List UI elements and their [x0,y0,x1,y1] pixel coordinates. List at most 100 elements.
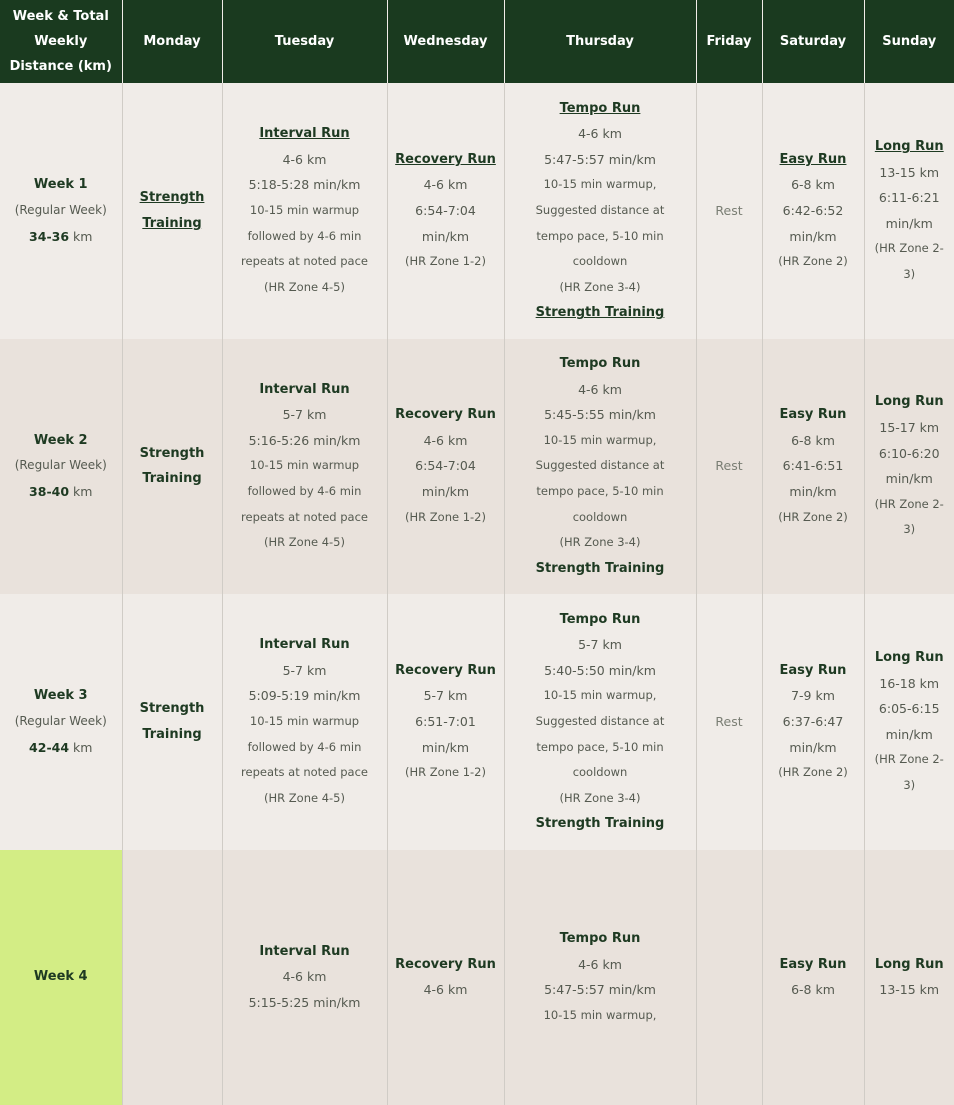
friday-cell: Rest [696,594,762,850]
pace-unit: min/km [394,224,498,250]
week-type: (Regular Week) [6,453,116,479]
hr-zone: (HR Zone 1-2) [394,249,498,275]
week-distance: 38-40 km [29,484,92,499]
header-tuesday: Tuesday [222,0,387,83]
tempo-run-label: Tempo Run [511,607,690,633]
pace: 6:54-7:04 [394,453,498,479]
interval-run-label: Interval Run [229,377,381,403]
hr-zone: (HR Zone 3-4) [511,275,690,301]
strength-training-link[interactable]: Strength Training [511,300,690,326]
week-distance: 34-36 km [29,229,92,244]
note: 10-15 min warmup, [511,1003,690,1029]
strength-training-link[interactable]: Strength Training [129,185,216,236]
note: cooldown [511,249,690,275]
rest-label: Rest [703,198,756,224]
interval-run-label: Interval Run [229,632,381,658]
hr-zone: (HR Zone 3-4) [511,530,690,556]
note: tempo pace, 5-10 min [511,224,690,250]
hr-zone: (HR Zone 2- [871,747,949,773]
hr-zone: (HR Zone 2- [871,492,949,518]
note: cooldown [511,505,690,531]
distance: 16-18 km [871,671,949,697]
sunday-cell: Long Run 15-17 km 6:10-6:20 min/km (HR Z… [864,339,954,595]
note: 10-15 min warmup, [511,428,690,454]
distance: 6-8 km [769,172,858,198]
friday-cell: Rest [696,83,762,339]
distance: 15-17 km [871,415,949,441]
pace-unit: min/km [769,735,858,761]
hr-zone: (HR Zone 4-5) [229,786,381,812]
wednesday-cell: Recovery Run 5-7 km 6:51-7:01 min/km (HR… [387,594,504,850]
recovery-run-label: Recovery Run [394,402,498,428]
tuesday-cell: Interval Run 4-6 km 5:15-5:25 min/km [222,850,387,1105]
distance: 4-6 km [229,964,381,990]
hr-zone: (HR Zone 4-5) [229,530,381,556]
saturday-cell: Easy Run 6-8 km 6:41-6:51 min/km (HR Zon… [762,339,864,595]
pace: 6:54-7:04 [394,198,498,224]
note: Suggested distance at [511,709,690,735]
recovery-run-label: Recovery Run [394,952,498,978]
long-run-label: Long Run [871,952,949,978]
week-name: Week 4 [6,964,116,990]
week-type: (Regular Week) [6,709,116,735]
rest-label: Rest [703,453,756,479]
tuesday-cell: Interval Run 5-7 km 5:16-5:26 min/km 10-… [222,339,387,595]
sunday-cell: Long Run 13-15 km 6:11-6:21 min/km (HR Z… [864,83,954,339]
pace: 5:40-5:50 min/km [511,658,690,684]
easy-run-label: Easy Run [769,952,858,978]
header-thursday: Thursday [504,0,696,83]
week-name: Week 1 [6,172,116,198]
hr-zone: (HR Zone 3-4) [511,786,690,812]
sunday-cell: Long Run 16-18 km 6:05-6:15 min/km (HR Z… [864,594,954,850]
pace-unit: min/km [769,224,858,250]
strength-training-label: Strength Training [511,556,690,582]
week-cell: Week 2 (Regular Week) 38-40 km [0,339,122,595]
recovery-run-link[interactable]: Recovery Run [394,147,498,173]
strength-training-label: Strength Training [511,811,690,837]
week-row: Week 2 (Regular Week) 38-40 km Strength … [0,339,954,595]
distance: 4-6 km [511,377,690,403]
tuesday-cell: Interval Run 5-7 km 5:09-5:19 min/km 10-… [222,594,387,850]
pace: 5:18-5:28 min/km [229,172,381,198]
friday-cell: Rest [696,339,762,595]
hr-zone: (HR Zone 1-2) [394,760,498,786]
distance: 13-15 km [871,977,949,1003]
saturday-cell: Easy Run 6-8 km [762,850,864,1105]
pace: 5:45-5:55 min/km [511,402,690,428]
monday-cell: Strength Training [122,594,222,850]
pace-unit: min/km [394,479,498,505]
note: Suggested distance at [511,198,690,224]
distance: 5-7 km [394,683,498,709]
header-sunday: Sunday [864,0,954,83]
header-row: Week & Total Weekly Distance (km) Monday… [0,0,954,83]
week-name: Week 3 [6,683,116,709]
long-run-link[interactable]: Long Run [871,134,949,160]
week-cell: Week 4 [0,850,122,1105]
thursday-cell: Tempo Run 4-6 km 5:47-5:57 min/km 10-15 … [504,850,696,1105]
week-cell: Week 3 (Regular Week) 42-44 km [0,594,122,850]
note: repeats at noted pace [229,760,381,786]
thursday-cell: Tempo Run 4-6 km 5:47-5:57 min/km 10-15 … [504,83,696,339]
monday-cell: Strength Training [122,83,222,339]
pace: 6:42-6:52 [769,198,858,224]
interval-run-link[interactable]: Interval Run [229,121,381,147]
note: repeats at noted pace [229,249,381,275]
header-saturday: Saturday [762,0,864,83]
easy-run-label: Easy Run [769,658,858,684]
pace: 6:37-6:47 [769,709,858,735]
easy-run-link[interactable]: Easy Run [769,147,858,173]
distance: 4-6 km [394,172,498,198]
pace: 6:41-6:51 [769,453,858,479]
note: Suggested distance at [511,453,690,479]
pace: 5:09-5:19 min/km [229,683,381,709]
week-type: (Regular Week) [6,198,116,224]
note: followed by 4-6 min [229,735,381,761]
tuesday-cell: Interval Run 4-6 km 5:18-5:28 min/km 10-… [222,83,387,339]
rest-label: Rest [703,709,756,735]
hr-zone: (HR Zone 2) [769,505,858,531]
tempo-run-link[interactable]: Tempo Run [511,96,690,122]
pace: 6:10-6:20 [871,441,949,467]
note: followed by 4-6 min [229,224,381,250]
wednesday-cell: Recovery Run 4-6 km 6:54-7:04 min/km (HR… [387,339,504,595]
monday-cell [122,850,222,1105]
